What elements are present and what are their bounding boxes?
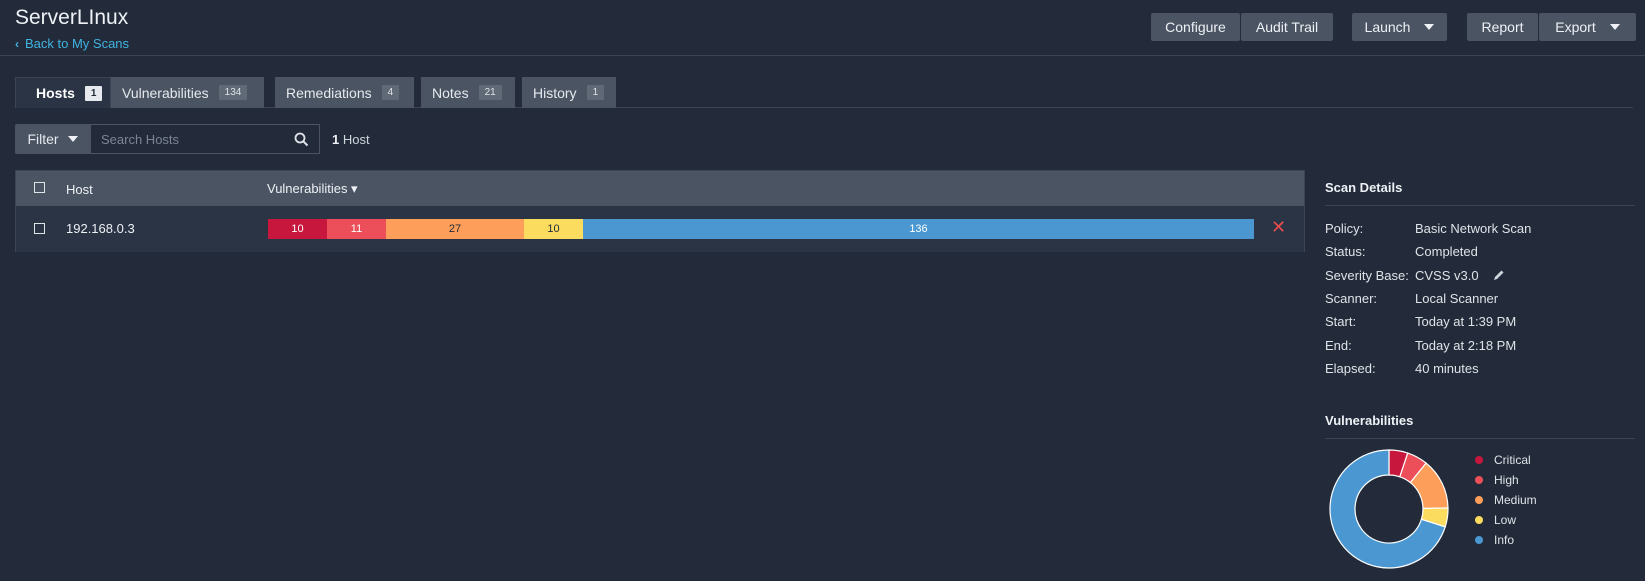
table-header: Host Vulnerabilities ▾ <box>16 171 1304 206</box>
legend-item-medium[interactable]: Medium <box>1475 490 1537 510</box>
scan-detail-value: Today at 1:39 PM <box>1415 314 1517 330</box>
search-hosts-field <box>90 124 320 154</box>
legend-label: Critical <box>1494 453 1531 467</box>
scan-details-list: Policy: Basic Network Scan Status: Complete… <box>1325 217 1635 380</box>
vuln-segment-low[interactable]: 10 <box>524 219 583 239</box>
select-all-checkbox[interactable] <box>34 182 45 193</box>
tab-label: Vulnerabilities <box>122 84 209 101</box>
report-export-group: Report Export <box>1467 13 1636 41</box>
scan-detail-value: 40 minutes <box>1415 360 1479 376</box>
scan-detail-row: Status: Completed <box>1325 240 1635 263</box>
scan-detail-value: CVSS v3.0 <box>1415 267 1479 283</box>
scan-detail-label: Scanner: <box>1325 291 1378 307</box>
export-label: Export <box>1555 19 1596 35</box>
column-header-vulnerabilities[interactable]: Vulnerabilities ▾ <box>267 181 358 197</box>
vuln-chart-legend: Critical High Medium Low Info <box>1475 450 1537 550</box>
tab-count-badge: 1 <box>84 85 103 101</box>
legend-item-info[interactable]: Info <box>1475 530 1537 550</box>
vulnerability-donut-chart <box>1329 449 1449 569</box>
legend-label: High <box>1494 473 1519 487</box>
host-count-number: 1 <box>332 132 340 147</box>
tab-count-badge: 21 <box>478 85 502 100</box>
scan-detail-label: End: <box>1325 337 1352 353</box>
tab-label: Hosts <box>36 85 75 101</box>
scan-detail-row: Start: Today at 1:39 PM <box>1325 310 1635 333</box>
tab-count-badge: 134 <box>218 85 248 100</box>
tab-history[interactable]: History 1 <box>522 77 616 108</box>
vuln-segment-info[interactable]: 136 <box>583 219 1254 239</box>
tab-label: Remediations <box>286 84 372 101</box>
vulnerability-bar: 10 11 27 10 136 <box>268 219 1254 239</box>
legend-swatch <box>1475 536 1483 544</box>
row-checkbox[interactable] <box>34 223 45 234</box>
scan-detail-value: Local Scanner <box>1415 291 1499 307</box>
tab-vulnerabilities[interactable]: Vulnerabilities 134 <box>111 77 264 108</box>
scan-detail-label: Policy: <box>1325 221 1364 237</box>
scan-detail-label: Status: <box>1325 244 1366 260</box>
filter-button[interactable]: Filter <box>15 124 90 154</box>
scan-detail-row: Scanner: Local Scanner <box>1325 287 1635 310</box>
legend-item-high[interactable]: High <box>1475 470 1537 490</box>
scan-detail-row: Elapsed: 40 minutes <box>1325 357 1635 380</box>
report-button[interactable]: Report <box>1467 13 1538 41</box>
legend-label: Info <box>1494 533 1515 547</box>
legend-label: Medium <box>1494 493 1537 507</box>
scan-detail-label: Severity Base: <box>1325 267 1409 283</box>
tab-count-badge: 1 <box>586 85 605 100</box>
tab-label: History <box>533 84 577 101</box>
vuln-chart-divider <box>1325 438 1635 439</box>
host-ip[interactable]: 192.168.0.3 <box>66 221 135 236</box>
scan-detail-value: Completed <box>1415 244 1478 260</box>
legend-label: Low <box>1494 513 1517 527</box>
delete-host-icon[interactable]: ✕ <box>1271 217 1286 238</box>
scan-detail-label: Start: <box>1325 314 1357 330</box>
tab-hosts[interactable]: Hosts 1 <box>15 77 111 108</box>
scan-detail-row: Severity Base: CVSS v3.0 <box>1325 264 1635 287</box>
vuln-chart-heading: Vulnerabilities <box>1325 413 1414 428</box>
audit-trail-button[interactable]: Audit Trail <box>1241 13 1333 41</box>
scan-detail-label: Elapsed: <box>1325 360 1376 376</box>
scan-details-heading: Scan Details <box>1325 180 1403 195</box>
chevron-left-icon: ‹ <box>15 36 19 51</box>
export-button[interactable]: Export <box>1539 13 1636 41</box>
caret-down-icon <box>1609 24 1620 30</box>
scan-title: ServerLInux <box>15 6 129 29</box>
tab-label: Notes <box>432 84 469 101</box>
launch-label: Launch <box>1364 19 1411 35</box>
configure-button[interactable]: Configure <box>1151 13 1240 41</box>
hosts-table: Host Vulnerabilities ▾ 192.168.0.3 10 11 2… <box>15 170 1305 252</box>
vuln-segment-high[interactable]: 11 <box>327 219 386 239</box>
legend-item-critical[interactable]: Critical <box>1475 450 1537 470</box>
back-to-scans-link[interactable]: ‹ Back to My Scans <box>15 36 129 51</box>
caret-down-icon <box>1424 24 1435 30</box>
filter-label: Filter <box>27 131 59 147</box>
host-count-suffix: Host <box>342 132 370 147</box>
legend-swatch <box>1475 516 1483 524</box>
legend-swatch <box>1475 456 1483 464</box>
column-header-host[interactable]: Host <box>66 182 93 197</box>
table-row[interactable]: 192.168.0.3 10 11 27 10 136 ✕ <box>16 206 1304 252</box>
scan-detail-value: Basic Network Scan <box>1415 221 1532 237</box>
host-count: 1 Host <box>332 132 370 147</box>
tab-notes[interactable]: Notes 21 <box>421 77 515 108</box>
edit-pencil-icon[interactable] <box>1493 269 1505 281</box>
scan-actions-group: Configure Audit Trail <box>1151 13 1333 41</box>
search-icon[interactable] <box>286 125 316 153</box>
vuln-segment-medium[interactable]: 27 <box>386 219 524 239</box>
tab-count-badge: 4 <box>381 85 400 100</box>
tab-remediations[interactable]: Remediations 4 <box>275 77 414 108</box>
legend-item-low[interactable]: Low <box>1475 510 1537 530</box>
scan-detail-row: End: Today at 2:18 PM <box>1325 333 1635 356</box>
back-link-label: Back to My Scans <box>25 36 130 51</box>
scan-detail-row: Policy: Basic Network Scan <box>1325 217 1635 240</box>
scan-detail-value: Today at 2:18 PM <box>1415 337 1517 353</box>
legend-swatch <box>1475 476 1483 484</box>
vuln-segment-critical[interactable]: 10 <box>268 219 327 239</box>
search-input[interactable] <box>91 131 286 147</box>
legend-swatch <box>1475 496 1483 504</box>
header-divider <box>0 55 1645 56</box>
caret-down-icon <box>67 136 78 142</box>
launch-button[interactable]: Launch <box>1352 13 1447 41</box>
scan-details-divider <box>1325 205 1635 206</box>
